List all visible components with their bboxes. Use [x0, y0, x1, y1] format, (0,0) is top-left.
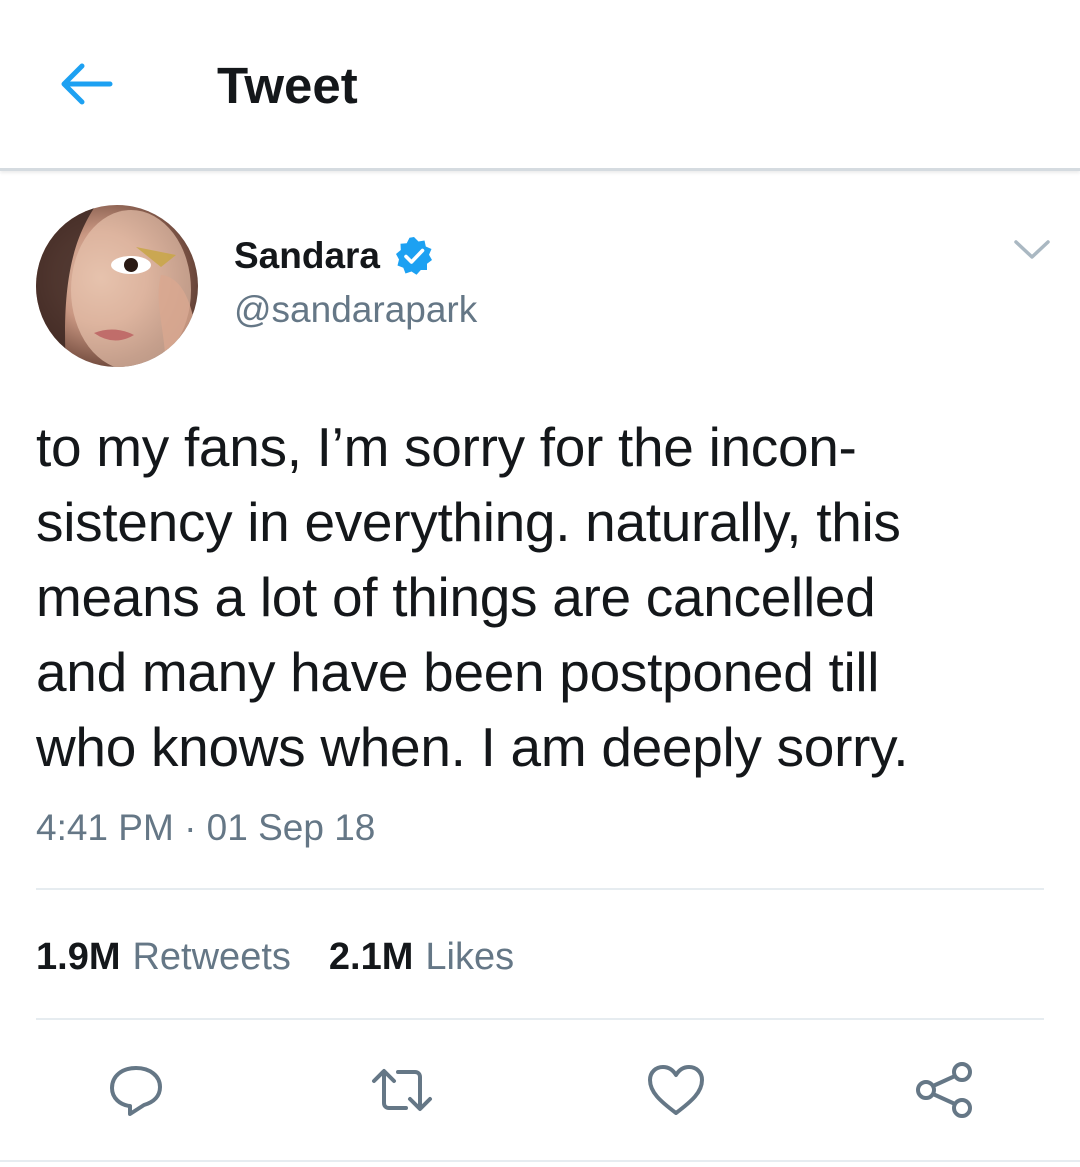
divider [0, 1160, 1080, 1162]
share-icon [916, 1062, 972, 1118]
share-button[interactable] [912, 1060, 976, 1120]
user-handle[interactable]: @sandarapark [234, 288, 477, 332]
divider [36, 1018, 1044, 1020]
like-button[interactable] [644, 1060, 708, 1120]
tweet-text: to my fans, I’m sorry for the incon- sis… [36, 416, 909, 778]
likes-count: 2.1M [328, 936, 414, 978]
divider [36, 888, 1044, 890]
author-name-row[interactable]: Sandara [234, 234, 434, 278]
like-icon [648, 1065, 704, 1115]
avatar[interactable] [36, 205, 198, 367]
retweets-stat[interactable]: 1.9M Retweets [36, 933, 291, 981]
engagement-stats: 1.9M Retweets 2.1M Likes [36, 932, 552, 982]
avatar-photo [36, 205, 198, 367]
likes-label: Likes [425, 936, 515, 978]
verified-badge-icon [396, 237, 433, 275]
retweet-button[interactable] [370, 1060, 434, 1120]
reply-icon [110, 1066, 162, 1116]
tweet-menu-button[interactable] [1010, 232, 1054, 268]
chevron-down-icon [1014, 240, 1050, 259]
display-name[interactable]: Sandara [234, 234, 380, 278]
top-bar: Tweet [0, 0, 1080, 171]
arrow-left-icon [61, 63, 113, 105]
retweet-icon [372, 1069, 432, 1111]
retweets-count: 1.9M [36, 936, 121, 978]
back-button[interactable] [54, 56, 118, 112]
retweets-label: Retweets [132, 936, 291, 978]
reply-button[interactable] [104, 1060, 168, 1120]
likes-stat[interactable]: 2.1M Likes [329, 933, 514, 981]
tweet-timestamp: 4:41 PM · 01 Sep 18 [36, 807, 376, 848]
page-title: Tweet [217, 57, 358, 114]
